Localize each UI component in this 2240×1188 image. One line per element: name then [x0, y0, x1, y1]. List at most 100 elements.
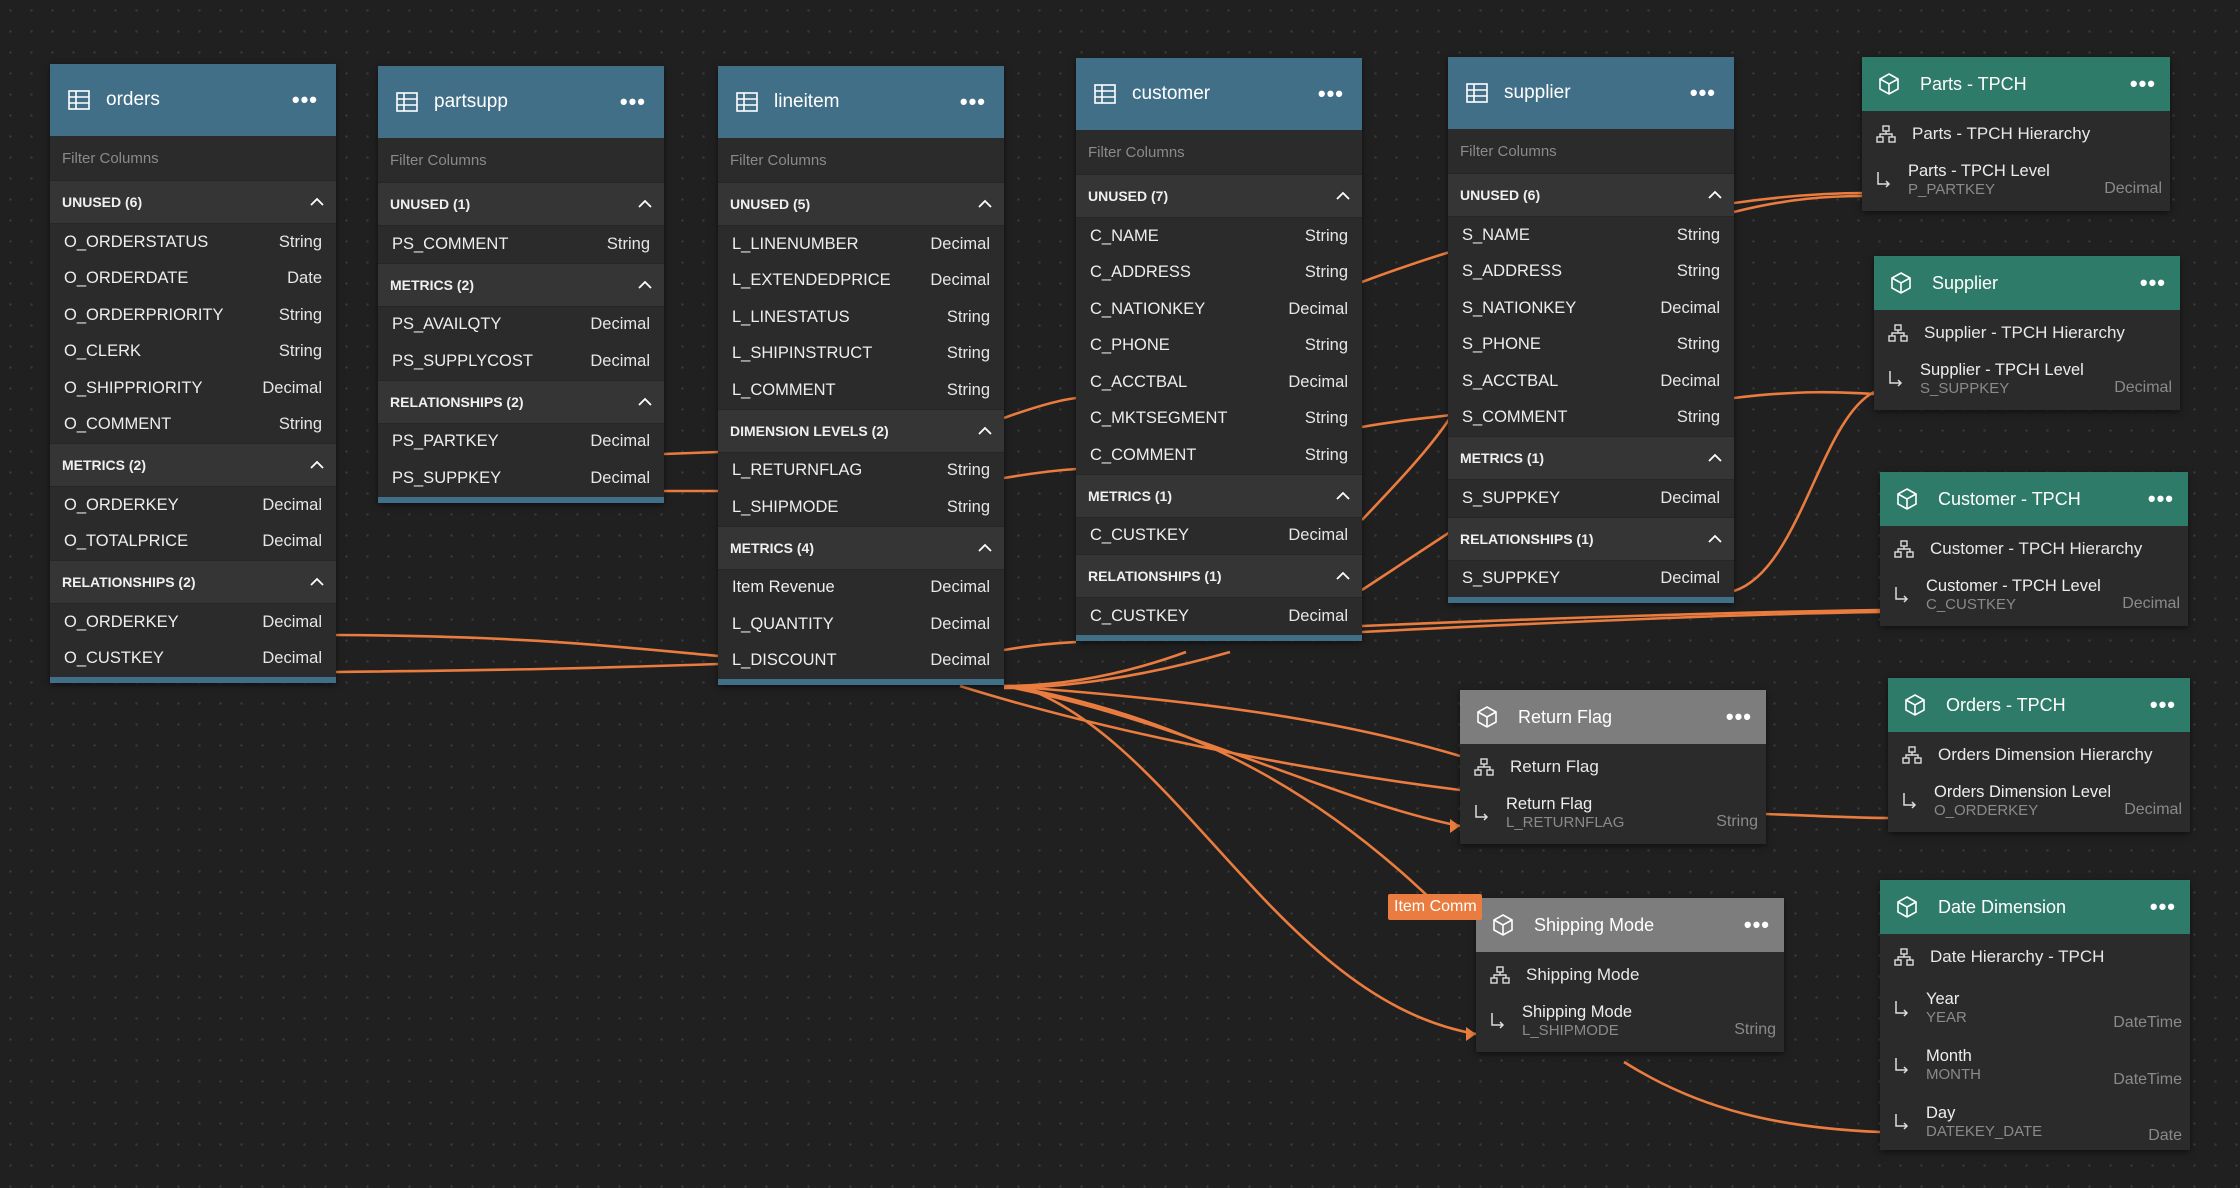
column-row[interactable]: O_ORDERDATE Date: [50, 261, 336, 298]
chevron-up-icon[interactable]: [978, 424, 992, 438]
table-card-customer[interactable]: customer ••• Filter Columns UNUSED (7) C…: [1076, 58, 1362, 641]
ellipsis-icon[interactable]: •••: [2148, 488, 2174, 510]
dimension-card-customer[interactable]: Customer - TPCH ••• Customer - TPCH Hier…: [1880, 472, 2188, 626]
dimension-header[interactable]: Return Flag •••: [1460, 690, 1766, 744]
chevron-up-icon[interactable]: [638, 395, 652, 409]
hierarchy-row[interactable]: Supplier - TPCH Hierarchy: [1874, 310, 2180, 356]
filter-columns-input[interactable]: Filter Columns: [1448, 129, 1734, 173]
chevron-up-icon[interactable]: [978, 197, 992, 211]
column-row[interactable]: PS_SUPPKEY Decimal: [378, 460, 664, 497]
table-header-customer[interactable]: customer •••: [1076, 58, 1362, 130]
column-row[interactable]: PS_PARTKEY Decimal: [378, 424, 664, 461]
dimension-card-returnflag[interactable]: Return Flag ••• Return Flag Return Flag L…: [1460, 690, 1766, 844]
chevron-up-icon[interactable]: [1336, 569, 1350, 583]
column-row[interactable]: L_LINENUMBER Decimal: [718, 226, 1004, 263]
ellipsis-icon[interactable]: •••: [960, 91, 986, 113]
column-row[interactable]: O_CLERK String: [50, 334, 336, 371]
column-row[interactable]: Item Revenue Decimal: [718, 570, 1004, 607]
section-unused[interactable]: UNUSED (7): [1076, 174, 1362, 218]
ellipsis-icon[interactable]: •••: [292, 89, 318, 111]
chevron-up-icon[interactable]: [978, 541, 992, 555]
filter-columns-input[interactable]: Filter Columns: [718, 138, 1004, 182]
column-row[interactable]: L_COMMENT String: [718, 372, 1004, 409]
chevron-up-icon[interactable]: [1708, 532, 1722, 546]
chevron-up-icon[interactable]: [1336, 489, 1350, 503]
ellipsis-icon[interactable]: •••: [2140, 272, 2166, 294]
chevron-up-icon[interactable]: [1708, 451, 1722, 465]
ellipsis-icon[interactable]: •••: [1690, 82, 1716, 104]
filter-columns-input[interactable]: Filter Columns: [378, 138, 664, 182]
dimension-card-orders[interactable]: Orders - TPCH ••• Orders Dimension Hiera…: [1888, 678, 2190, 832]
level-row[interactable]: Orders Dimension Level O_ORDERKEY Decimal: [1888, 778, 2190, 824]
chevron-up-icon[interactable]: [1708, 188, 1722, 202]
column-row[interactable]: S_ACCTBAL Decimal: [1448, 363, 1734, 400]
chevron-up-icon[interactable]: [310, 458, 324, 472]
column-row[interactable]: S_SUPPKEY Decimal: [1448, 561, 1734, 598]
hierarchy-row[interactable]: Orders Dimension Hierarchy: [1888, 732, 2190, 778]
column-row[interactable]: L_SHIPINSTRUCT String: [718, 336, 1004, 373]
column-row[interactable]: C_NATIONKEY Decimal: [1076, 291, 1362, 328]
section-unused[interactable]: UNUSED (1): [378, 182, 664, 226]
ellipsis-icon[interactable]: •••: [2150, 694, 2176, 716]
section-metrics[interactable]: METRICS (2): [50, 443, 336, 487]
section-relationships[interactable]: RELATIONSHIPS (1): [1448, 516, 1734, 561]
section-relationships[interactable]: RELATIONSHIPS (1): [1076, 554, 1362, 598]
dimension-header[interactable]: Orders - TPCH •••: [1888, 678, 2190, 732]
level-row[interactable]: Customer - TPCH Level C_CUSTKEY Decimal: [1880, 572, 2188, 618]
dimension-header[interactable]: Parts - TPCH •••: [1862, 57, 2170, 111]
column-row[interactable]: PS_SUPPLYCOST Decimal: [378, 343, 664, 380]
column-row[interactable]: C_COMMENT String: [1076, 437, 1362, 474]
column-row[interactable]: C_CUSTKEY Decimal: [1076, 518, 1362, 555]
section-relationships[interactable]: RELATIONSHIPS (2): [378, 379, 664, 424]
column-row[interactable]: C_NAME String: [1076, 218, 1362, 255]
column-row[interactable]: L_LINESTATUS String: [718, 299, 1004, 336]
hierarchy-row[interactable]: Parts - TPCH Hierarchy: [1862, 111, 2170, 157]
section-dimension-levels[interactable]: DIMENSION LEVELS (2): [718, 408, 1004, 453]
table-card-orders[interactable]: orders ••• Filter Columns UNUSED (6) O_O…: [50, 64, 336, 683]
column-row[interactable]: PS_AVAILQTY Decimal: [378, 307, 664, 344]
hierarchy-row[interactable]: Return Flag: [1460, 744, 1766, 790]
level-row[interactable]: Return Flag L_RETURNFLAG String: [1460, 790, 1766, 836]
filter-columns-input[interactable]: Filter Columns: [1076, 130, 1362, 174]
ellipsis-icon[interactable]: •••: [620, 91, 646, 113]
column-row[interactable]: O_CUSTKEY Decimal: [50, 641, 336, 678]
level-row[interactable]: Supplier - TPCH Level S_SUPPKEY Decimal: [1874, 356, 2180, 402]
column-row[interactable]: C_PHONE String: [1076, 328, 1362, 365]
dimension-header[interactable]: Supplier •••: [1874, 256, 2180, 310]
column-row[interactable]: L_QUANTITY Decimal: [718, 606, 1004, 643]
column-row[interactable]: S_SUPPKEY Decimal: [1448, 480, 1734, 517]
column-row[interactable]: C_MKTSEGMENT String: [1076, 401, 1362, 438]
level-row[interactable]: Shipping Mode L_SHIPMODE String: [1476, 998, 1784, 1044]
column-row[interactable]: O_ORDERSTATUS String: [50, 224, 336, 261]
column-row[interactable]: L_EXTENDEDPRICE Decimal: [718, 263, 1004, 300]
section-metrics[interactable]: METRICS (1): [1076, 473, 1362, 518]
column-row[interactable]: O_ORDERKEY Decimal: [50, 604, 336, 641]
ellipsis-icon[interactable]: •••: [2130, 73, 2156, 95]
table-card-partsupp[interactable]: partsupp ••• Filter Columns UNUSED (1) P…: [378, 66, 664, 503]
column-row[interactable]: S_PHONE String: [1448, 327, 1734, 364]
table-card-lineitem[interactable]: lineitem ••• Filter Columns UNUSED (5) L…: [718, 66, 1004, 685]
dimension-card-parts[interactable]: Parts - TPCH ••• Parts - TPCH Hierarchy …: [1862, 57, 2170, 211]
column-row[interactable]: C_ADDRESS String: [1076, 255, 1362, 292]
section-relationships[interactable]: RELATIONSHIPS (2): [50, 560, 336, 604]
section-unused[interactable]: UNUSED (6): [50, 180, 336, 224]
column-row[interactable]: L_DISCOUNT Decimal: [718, 643, 1004, 680]
column-row[interactable]: S_NAME String: [1448, 217, 1734, 254]
chevron-up-icon[interactable]: [638, 197, 652, 211]
chevron-up-icon[interactable]: [638, 278, 652, 292]
column-row[interactable]: O_COMMENT String: [50, 407, 336, 444]
filter-columns-input[interactable]: Filter Columns: [50, 136, 336, 180]
level-row[interactable]: Month MONTH DateTime: [1880, 1037, 2190, 1094]
column-row[interactable]: S_NATIONKEY Decimal: [1448, 290, 1734, 327]
column-row[interactable]: S_COMMENT String: [1448, 400, 1734, 437]
column-row[interactable]: O_ORDERPRIORITY String: [50, 297, 336, 334]
level-row[interactable]: Year YEAR DateTime: [1880, 980, 2190, 1037]
dimension-card-date[interactable]: Date Dimension ••• Date Hierarchy - TPCH…: [1880, 880, 2190, 1150]
chevron-up-icon[interactable]: [310, 575, 324, 589]
section-unused[interactable]: UNUSED (5): [718, 182, 1004, 226]
ellipsis-icon[interactable]: •••: [1318, 83, 1344, 105]
hierarchy-row[interactable]: Customer - TPCH Hierarchy: [1880, 526, 2188, 572]
column-row[interactable]: O_ORDERKEY Decimal: [50, 487, 336, 524]
table-card-supplier[interactable]: supplier ••• Filter Columns UNUSED (6) S…: [1448, 57, 1734, 603]
chevron-up-icon[interactable]: [1336, 189, 1350, 203]
